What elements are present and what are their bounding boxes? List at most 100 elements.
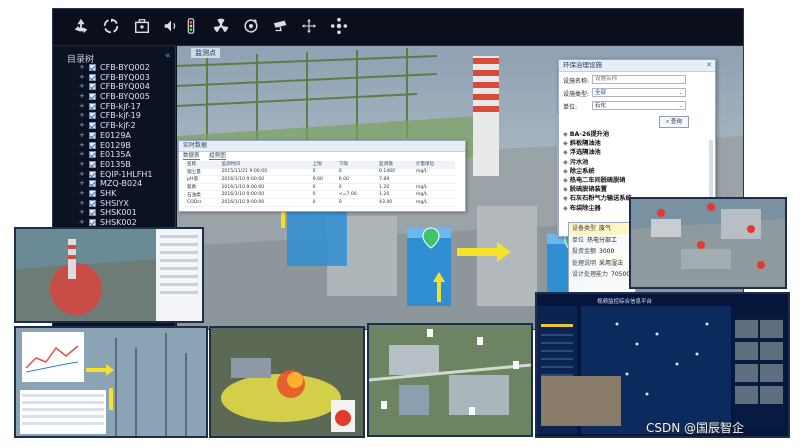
checkbox[interactable] xyxy=(89,160,96,168)
facility-list-item[interactable]: ◈ 脱硫脱硝装置 xyxy=(563,185,709,194)
table-cell: 0 xyxy=(310,183,337,192)
collapse-sidebar-icon[interactable]: « xyxy=(165,51,171,61)
expand-icon[interactable]: + xyxy=(79,189,85,199)
checkbox[interactable] xyxy=(89,102,96,110)
table-row[interactable]: 氨氮 2016/1/10 9:00:00 0 0 1.20 mg/L xyxy=(185,183,455,192)
expand-icon[interactable]: + xyxy=(79,102,85,112)
sidebar-item[interactable]: + CFB-kjf-17 xyxy=(79,101,175,112)
expand-icon[interactable]: + xyxy=(79,92,85,102)
expand-icon[interactable]: + xyxy=(79,150,85,160)
recycle-alt-icon[interactable] xyxy=(101,17,121,37)
checkbox[interactable] xyxy=(89,93,96,101)
checkbox[interactable] xyxy=(89,189,96,197)
table-row[interactable]: 烟尘量 2015/11/21 9:00:00 0 0 0.1460 mg/L xyxy=(185,168,455,177)
expand-icon[interactable]: + xyxy=(79,199,85,209)
close-icon[interactable]: ✕ xyxy=(706,60,712,71)
recycle-icon[interactable] xyxy=(71,17,91,37)
sidebar-item-label: E0129A xyxy=(100,130,131,140)
sidebar-item[interactable]: + EQIP-1HLFH1 xyxy=(79,170,175,180)
thumbnail-trend-plant[interactable] xyxy=(14,326,208,438)
target-refresh-icon[interactable] xyxy=(241,17,261,37)
sidebar-item[interactable]: + E0129B xyxy=(79,141,175,151)
toolbox-icon[interactable] xyxy=(132,17,152,37)
expand-icon[interactable]: + xyxy=(79,141,85,151)
facility-list-item[interactable]: ◈ 浮选隔油池 xyxy=(563,148,709,157)
sidebar-item[interactable]: + E0135A xyxy=(79,150,175,160)
expand-icon[interactable]: + xyxy=(79,179,85,189)
sidebar-item[interactable]: + E0129A xyxy=(79,130,175,141)
sidebar-item[interactable]: + SHK xyxy=(79,189,175,199)
sidebar-item[interactable]: + SHSK001 xyxy=(79,208,175,218)
checkbox[interactable] xyxy=(89,141,96,149)
diamond-icon: ◈ xyxy=(563,149,568,157)
table-cell: 0.1460 xyxy=(377,168,414,177)
checkbox[interactable] xyxy=(89,219,96,226)
checkbox[interactable] xyxy=(89,209,96,217)
sidebar-item[interactable]: + E0135B xyxy=(79,160,175,170)
facility-list-item[interactable]: ◈ 污水池 xyxy=(563,158,709,167)
sidebar-item[interactable]: + SHSIYX xyxy=(79,198,175,209)
facility-list-item[interactable]: ◈ 斜板隔油池 xyxy=(563,139,709,148)
sidebar-item[interactable]: + MZQ-B024 xyxy=(79,179,175,189)
sidebar-item[interactable]: + CFB-BYQ004 xyxy=(79,82,175,92)
table-row[interactable]: pH值 2016/1/10 9:00:00 9.00 6.00 7.89 xyxy=(185,175,455,184)
table-row[interactable]: 石油类 2016/1/10 9:00:00 0 <=7.00 1.20 mg/L xyxy=(185,190,455,199)
sidebar-item[interactable]: + CFB-kjf-2 xyxy=(79,121,175,131)
unit-select[interactable]: 石化 ⌄ xyxy=(592,101,686,110)
expand-icon[interactable]: + xyxy=(79,208,85,218)
thumbnail-aerial-map[interactable] xyxy=(367,323,533,437)
sidebar-item-label: E0135A xyxy=(100,150,131,160)
expand-icon[interactable]: + xyxy=(79,160,85,170)
query-button[interactable]: ⌕ 查询 xyxy=(659,116,689,128)
sidebar-item[interactable]: + CFB-BYQ005 xyxy=(79,92,175,102)
thumbnail-plant-markers[interactable] xyxy=(629,197,787,289)
cctv-camera-icon[interactable] xyxy=(271,17,291,37)
table-cell: 0 xyxy=(310,190,337,199)
expand-icon[interactable]: + xyxy=(79,111,85,121)
checkbox[interactable] xyxy=(89,112,96,120)
sidebar-item[interactable]: + CFB-BYQ003 xyxy=(79,73,175,83)
facility-list-item[interactable]: ◈ 除尘系统 xyxy=(563,167,709,176)
facility-name-input[interactable] xyxy=(592,75,686,84)
expand-icon[interactable]: + xyxy=(79,63,85,73)
expand-icon[interactable]: + xyxy=(79,131,85,141)
table-cell: 9.00 xyxy=(310,175,337,184)
expand-icon[interactable]: + xyxy=(79,82,85,92)
radiation-icon[interactable] xyxy=(211,17,231,37)
viewport-tab-label[interactable]: 监测点 xyxy=(191,48,220,58)
tab-trend-chart[interactable]: 趋势图 xyxy=(209,153,226,160)
speaker-icon[interactable] xyxy=(161,17,181,37)
checkbox[interactable] xyxy=(89,83,96,91)
detail-label: 单位 xyxy=(572,236,585,244)
sidebar-item[interactable]: + CFB-BYQ002 xyxy=(79,63,175,73)
sidebar-item-label: CFB-kjf-17 xyxy=(100,101,141,111)
thumbnail-red-dome[interactable] xyxy=(14,227,204,323)
detail-value: 采用湿法 xyxy=(599,259,624,267)
checkbox[interactable] xyxy=(89,64,96,71)
expand-icon[interactable]: + xyxy=(79,170,85,180)
diamond-icon: ◈ xyxy=(563,158,568,166)
checkbox[interactable] xyxy=(89,180,96,188)
facility-list-item[interactable]: ◈ BA-26提升池 xyxy=(563,130,709,139)
move-arrows-icon[interactable] xyxy=(299,17,319,37)
network-nodes-icon[interactable] xyxy=(329,17,349,37)
facility-list-item[interactable]: ◈ 热电二车间脱硫脱硝 xyxy=(563,176,709,185)
table-cell: 2016/1/10 9:00:00 xyxy=(219,183,311,192)
thumbnail-video-platform[interactable]: 视频监控综合信息平台 xyxy=(535,292,790,438)
traffic-light-icon[interactable] xyxy=(181,17,201,37)
table-header-cell: 监测时间 xyxy=(219,161,311,169)
sidebar-item[interactable]: + CFB-kjf-19 xyxy=(79,111,175,121)
thumbnail-fire-scene[interactable] xyxy=(209,326,365,438)
table-row[interactable]: CODcr 2016/1/10 9:00:00 0 0 43.40 mg/L xyxy=(185,198,455,207)
checkbox[interactable] xyxy=(89,73,96,81)
checkbox[interactable] xyxy=(89,131,96,139)
tab-data-table[interactable]: 数据表 xyxy=(183,153,200,160)
expand-icon[interactable]: + xyxy=(79,73,85,83)
facility-type-select[interactable]: 全部 ⌄ xyxy=(592,88,686,97)
expand-icon[interactable]: + xyxy=(79,121,85,131)
checkbox[interactable] xyxy=(89,151,96,159)
checkbox[interactable] xyxy=(89,199,96,207)
checkbox[interactable] xyxy=(89,122,96,130)
checkbox[interactable] xyxy=(89,170,96,178)
sidebar-item-label: SHSIYX xyxy=(100,198,129,208)
